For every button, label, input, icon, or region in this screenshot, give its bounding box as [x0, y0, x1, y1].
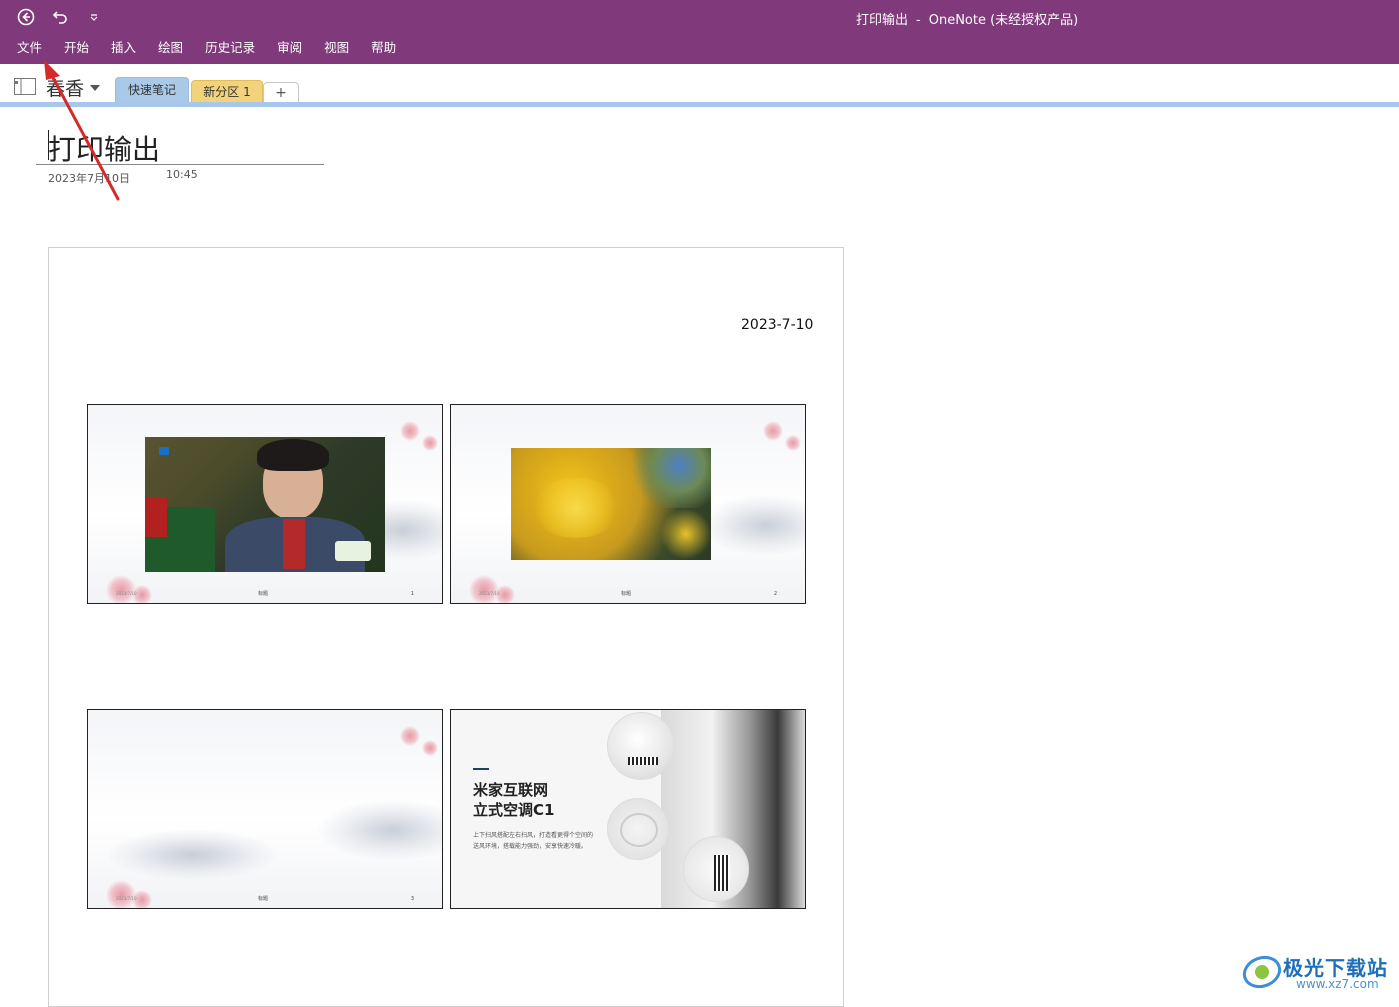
product-detail-circle	[607, 798, 669, 860]
window-app-name: OneNote (未经授权产品)	[928, 13, 1079, 28]
quick-access-toolbar	[14, 5, 106, 29]
title-bar: 打印输出 - OneNote (未经授权产品)	[0, 0, 1399, 34]
slide-body-text: 上下扫风搭配左右扫风，打造看更得个空间的送风环境，搭载能力强劲，安享快速冷暖。	[473, 832, 594, 850]
section-color-bar	[0, 102, 1399, 107]
product-detail-circle	[683, 836, 749, 902]
tab-new-section-1[interactable]: 新分区 1	[191, 80, 263, 102]
ribbon-menu: 文件 开始 插入 绘图 历史记录 审阅 视图 帮助	[0, 34, 1399, 64]
slide-number: 1	[410, 591, 414, 597]
printout-date: 2023-7-10	[741, 317, 814, 333]
back-circle-icon[interactable]	[14, 5, 38, 29]
slide-thumbnail-3: 2023/7/10 标题 3	[87, 709, 443, 909]
window-page-title: 打印输出	[856, 13, 909, 28]
slide-accent-bar	[473, 768, 489, 770]
menu-history[interactable]: 历史记录	[194, 34, 266, 64]
menu-help[interactable]: 帮助	[360, 34, 407, 64]
slide-footer-title: 标题	[621, 591, 632, 597]
slide-footer-title: 标题	[258, 591, 269, 597]
menu-draw[interactable]: 绘图	[147, 34, 194, 64]
add-section-button[interactable]: +	[263, 82, 299, 102]
menu-view[interactable]: 视图	[313, 34, 360, 64]
menu-file[interactable]: 文件	[6, 34, 53, 64]
menu-review[interactable]: 审阅	[266, 34, 313, 64]
slide-thumbnail-2: 2023/7/10 标题 2	[450, 404, 806, 604]
slide-thumbnail-1: 2023/7/10 标题 1	[87, 404, 443, 604]
product-detail-circle	[607, 712, 675, 780]
slide-thumbnail-4: 米家互联网 立式空调C1 上下扫风搭配左右扫风，打造看更得个空间的送风环境，搭载…	[450, 709, 806, 909]
slide-footer-date: 2023/7/10	[479, 591, 500, 596]
page-title[interactable]: 打印输出	[48, 128, 160, 168]
slide-photo-person	[145, 437, 385, 572]
title-underline	[36, 164, 324, 165]
window-title: 打印输出 - OneNote (未经授权产品)	[856, 9, 1078, 28]
text-cursor	[48, 130, 49, 160]
notebook-icon[interactable]	[14, 78, 36, 95]
menu-home[interactable]: 开始	[53, 34, 100, 64]
notebook-name[interactable]: 春香	[46, 74, 84, 101]
page-time: 10:45	[166, 168, 198, 181]
title-separator: -	[916, 13, 921, 28]
slide-photo-ginkgo	[511, 448, 711, 560]
slide-footer-title: 标题	[258, 896, 269, 902]
page-date: 2023年7月10日	[48, 172, 130, 185]
slide-number: 2	[773, 591, 777, 597]
menu-insert[interactable]: 插入	[100, 34, 147, 64]
slide-heading: 米家互联网 立式空调C1	[473, 781, 555, 819]
undo-icon[interactable]	[48, 5, 72, 29]
slide-footer-date: 2023/7/10	[116, 896, 137, 901]
slide-number: 3	[410, 896, 414, 902]
notebook-dropdown-icon[interactable]	[90, 85, 100, 91]
dropdown-caret-icon[interactable]	[82, 5, 106, 29]
tab-quick-notes[interactable]: 快速笔记	[115, 77, 189, 102]
watermark-url: www.xz7.com	[1296, 977, 1379, 991]
slide-footer-date: 2023/7/10	[116, 591, 137, 596]
